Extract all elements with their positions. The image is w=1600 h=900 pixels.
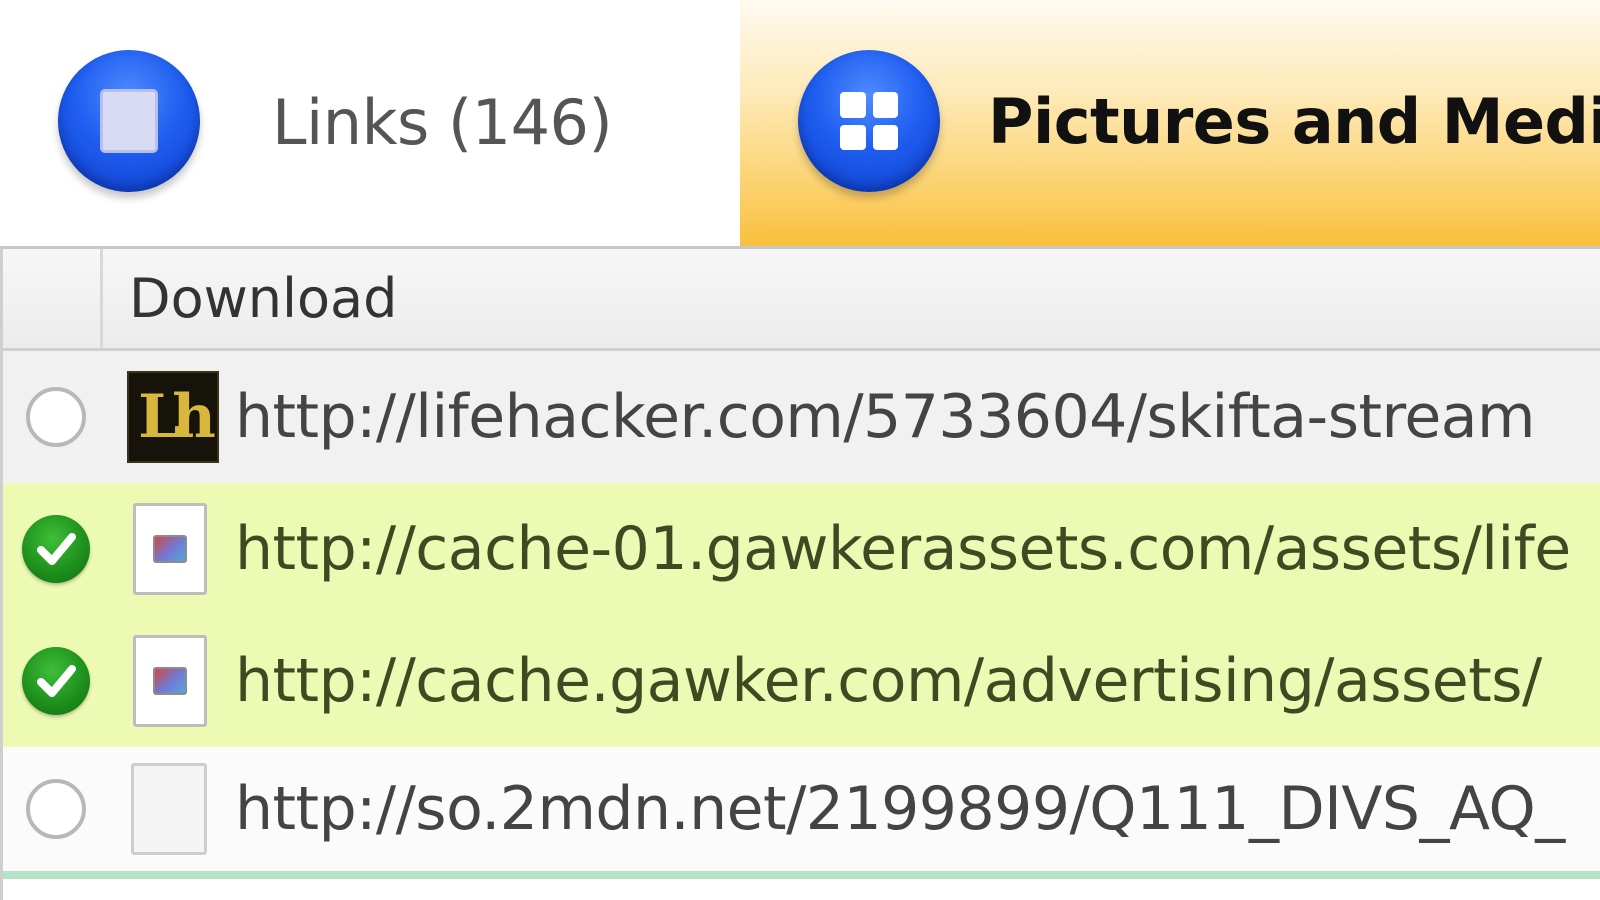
- item-url: http://cache.gawker.com/advertising/asse…: [235, 646, 1542, 716]
- checkmark-icon: [22, 647, 90, 715]
- unchecked-circle-icon: [26, 387, 86, 447]
- list-header: Download: [3, 249, 1600, 351]
- tab-pictures-and-media[interactable]: Pictures and Media: [740, 0, 1600, 246]
- app-window: Links (146) Pictures and Media Download …: [0, 0, 1600, 900]
- tab-media-label: Pictures and Media: [988, 84, 1600, 158]
- download-column-header[interactable]: Download: [129, 249, 397, 349]
- lifehacker-logo: Lh: [127, 371, 219, 463]
- grid-glyph: [840, 92, 898, 150]
- grid-icon: [798, 50, 940, 192]
- checkmark-icon: [22, 515, 90, 583]
- square-glyph: [100, 89, 158, 153]
- item-url: http://lifehacker.com/5733604/skifta-str…: [235, 382, 1535, 452]
- row-checkbox[interactable]: [21, 382, 91, 452]
- tab-links[interactable]: Links (146): [0, 0, 740, 246]
- list-item[interactable]: http://cache.gawker.com/advertising/asse…: [3, 615, 1600, 747]
- list-item[interactable]: Lh http://lifehacker.com/5733604/skifta-…: [3, 351, 1600, 483]
- list-square-icon: [58, 50, 200, 192]
- row-checkbox[interactable]: [21, 514, 91, 584]
- tab-links-label: Links (146): [272, 85, 613, 159]
- select-column-header[interactable]: [3, 249, 103, 348]
- tab-bar: Links (146) Pictures and Media: [0, 0, 1600, 246]
- unchecked-circle-icon: [26, 779, 86, 839]
- row-checkbox[interactable]: [21, 774, 91, 844]
- blank-file-icon: [131, 763, 207, 855]
- item-url: http://cache-01.gawkerassets.com/assets/…: [235, 514, 1571, 584]
- list-item[interactable]: http://cache-01.gawkerassets.com/assets/…: [3, 483, 1600, 615]
- download-list: Download Lh http://lifehacker.com/573360…: [0, 246, 1600, 900]
- list-item[interactable]: http://so.2mdn.net/2199899/Q111_DIVS_AQ_: [3, 747, 1600, 879]
- row-checkbox[interactable]: [21, 646, 91, 716]
- image-file-icon: [133, 635, 207, 727]
- item-url: http://so.2mdn.net/2199899/Q111_DIVS_AQ_: [235, 774, 1565, 844]
- image-file-icon: [133, 503, 207, 595]
